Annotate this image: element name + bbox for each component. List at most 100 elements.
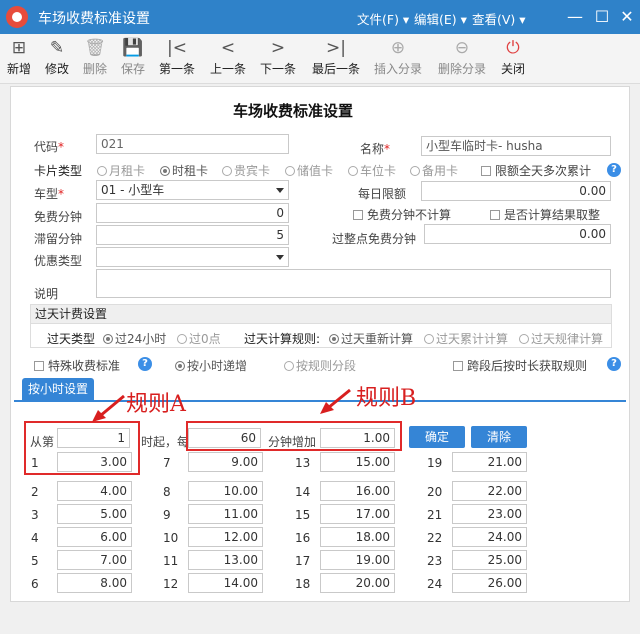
hour-price-input[interactable]: 11.00 xyxy=(188,504,263,524)
overnight-rule-label: 过天计算规则: xyxy=(244,332,321,346)
maximize-icon[interactable]: ☐ xyxy=(589,4,615,30)
rule-b-highlight xyxy=(186,421,402,451)
stay-minutes-input[interactable]: 5 xyxy=(96,225,289,245)
delete-button[interactable]: 🗑 删除 xyxy=(80,36,110,82)
close-icon[interactable]: ✕ xyxy=(614,4,640,30)
hour-price-input[interactable]: 20.00 xyxy=(320,573,395,593)
card-type-monthly-radio[interactable]: 月租卡 xyxy=(97,162,145,179)
hour-number: 23 xyxy=(427,554,443,568)
last-record-button[interactable]: >| 最后一条 xyxy=(310,36,362,82)
help-icon[interactable]: ? xyxy=(607,163,621,177)
prev-record-button[interactable]: < 上一条 xyxy=(208,36,248,82)
hour-price-input[interactable]: 14.00 xyxy=(188,573,263,593)
hour-number: 9 xyxy=(163,508,171,522)
save-button[interactable]: 💾 保存 xyxy=(118,36,148,82)
hour-price-input[interactable]: 4.00 xyxy=(57,481,132,501)
rule-a-highlight xyxy=(24,421,140,475)
card-type-vip-radio[interactable]: 贵宾卡 xyxy=(222,162,270,179)
menu-file[interactable]: 文件(F) ▾ xyxy=(357,9,409,28)
hour-price-input[interactable]: 21.00 xyxy=(452,452,527,472)
hour-number: 15 xyxy=(295,508,311,522)
hour-price-input[interactable]: 7.00 xyxy=(57,550,132,570)
limit-all-day-checkbox[interactable]: 限额全天多次累计 xyxy=(481,162,591,179)
rule-b-arrow xyxy=(320,388,351,414)
edit-button[interactable]: ✎ 修改 xyxy=(42,36,72,82)
overnight-regular-radio[interactable]: 过天规律计算 xyxy=(519,330,603,347)
menu-view[interactable]: 查看(V) ▾ xyxy=(472,9,526,28)
daily-limit-label: 每日限额 xyxy=(358,187,407,201)
hour-price-input[interactable]: 26.00 xyxy=(452,573,527,593)
hour-price-input[interactable]: 6.00 xyxy=(57,527,132,547)
discount-type-label: 优惠类型 xyxy=(34,254,83,268)
minus-circle-icon: ⊖ xyxy=(454,38,470,58)
free-minutes-input[interactable]: 0 xyxy=(96,203,289,223)
menu-edit[interactable]: 编辑(E) ▾ xyxy=(414,9,467,28)
round-result-checkbox[interactable]: 是否计算结果取整 xyxy=(490,206,600,223)
new-doc-icon: ⊞ xyxy=(11,38,27,58)
overnight-24h-radio[interactable]: 过24小时 xyxy=(103,330,166,347)
hour-number: 24 xyxy=(427,577,443,591)
overnight-midnight-radio[interactable]: 过0点 xyxy=(177,330,221,347)
hour-number: 7 xyxy=(163,456,171,470)
special-fee-checkbox[interactable]: 特殊收费标准 xyxy=(34,357,120,374)
delete-entry-button[interactable]: ⊖ 删除分录 xyxy=(436,36,488,82)
hour-price-input[interactable]: 18.00 xyxy=(320,527,395,547)
remark-input[interactable] xyxy=(96,269,611,298)
card-type-stored-radio[interactable]: 储值卡 xyxy=(285,162,333,179)
chevron-left-icon: < xyxy=(220,38,236,58)
hour-price-input[interactable]: 12.00 xyxy=(188,527,263,547)
vehicle-type-select[interactable]: 01 - 小型车 xyxy=(96,180,289,200)
tab-hourly-settings[interactable]: 按小时设置 xyxy=(22,378,94,400)
by-hour-increase-radio[interactable]: 按小时递增 xyxy=(175,357,247,374)
by-rule-segment-radio[interactable]: 按规则分段 xyxy=(284,357,356,374)
free-minutes-label: 免费分钟 xyxy=(34,210,83,224)
hour-number: 2 xyxy=(31,485,39,499)
hour-price-input[interactable]: 22.00 xyxy=(452,481,527,501)
insert-entry-button[interactable]: ⊕ 插入分录 xyxy=(372,36,424,82)
hour-price-input[interactable]: 13.00 xyxy=(188,550,263,570)
hour-price-input[interactable]: 8.00 xyxy=(57,573,132,593)
hour-price-input[interactable]: 16.00 xyxy=(320,481,395,501)
help-icon[interactable]: ? xyxy=(138,357,152,371)
hour-number: 14 xyxy=(295,485,311,499)
daily-limit-input[interactable]: 0.00 xyxy=(421,181,611,201)
card-type-spare-radio[interactable]: 备用卡 xyxy=(410,162,458,179)
hour-price-input[interactable]: 9.00 xyxy=(188,452,263,472)
hour-price-input[interactable]: 17.00 xyxy=(320,504,395,524)
cross-segment-checkbox[interactable]: 跨段后按时长获取规则 xyxy=(453,357,587,374)
new-button[interactable]: ⊞ 新增 xyxy=(4,36,34,82)
close-button[interactable]: ⏻ 关闭 xyxy=(498,36,528,82)
overnight-recalc-radio[interactable]: 过天重新计算 xyxy=(329,330,413,347)
hour-number: 20 xyxy=(427,485,443,499)
title-bar: 车场收费标准设置 文件(F) ▾ 编辑(E) ▾ 查看(V) ▾ — ☐ ✕ xyxy=(0,0,640,34)
remark-label: 说明 xyxy=(34,287,59,301)
clear-button[interactable]: 清除 xyxy=(471,426,527,448)
chevron-right-icon: > xyxy=(270,38,286,58)
first-record-button[interactable]: |< 第一条 xyxy=(157,36,197,82)
hour-price-input[interactable]: 24.00 xyxy=(452,527,527,547)
next-record-button[interactable]: > 下一条 xyxy=(258,36,298,82)
hour-price-input[interactable]: 23.00 xyxy=(452,504,527,524)
card-type-space-radio[interactable]: 车位卡 xyxy=(348,162,396,179)
discount-type-select[interactable] xyxy=(96,247,289,267)
overtime-free-input[interactable]: 0.00 xyxy=(424,224,611,244)
free-minutes-not-count-checkbox[interactable]: 免费分钟不计算 xyxy=(353,206,451,223)
help-icon[interactable]: ? xyxy=(607,357,621,371)
hour-price-input[interactable]: 19.00 xyxy=(320,550,395,570)
card-type-hourly-radio[interactable]: 时租卡 xyxy=(160,162,208,179)
rule-a-label: 规则A xyxy=(126,392,186,417)
hour-price-input[interactable]: 5.00 xyxy=(57,504,132,524)
card-type-label: 卡片类型 xyxy=(34,164,83,178)
trash-icon: 🗑 xyxy=(84,38,106,58)
hour-price-input[interactable]: 15.00 xyxy=(320,452,395,472)
overnight-cumulative-radio[interactable]: 过天累计计算 xyxy=(424,330,508,347)
confirm-button[interactable]: 确定 xyxy=(409,426,465,448)
hour-price-input[interactable]: 25.00 xyxy=(452,550,527,570)
minimize-icon[interactable]: — xyxy=(562,4,588,30)
hour-price-input[interactable]: 10.00 xyxy=(188,481,263,501)
hour-number: 19 xyxy=(427,456,443,470)
stay-minutes-label: 滞留分钟 xyxy=(34,232,83,246)
code-input[interactable]: 021 xyxy=(96,134,289,154)
rule-b-label: 规则B xyxy=(356,386,417,411)
name-input[interactable]: 小型车临时卡- husha xyxy=(421,136,611,156)
